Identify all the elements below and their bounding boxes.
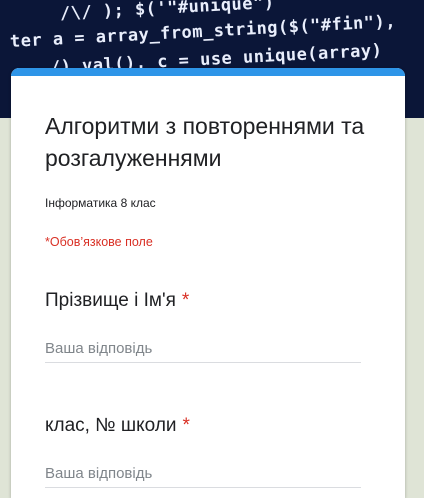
required-note: *Обов’язкове поле [45,235,153,249]
required-asterisk: * [181,290,190,311]
card-accent-bar [11,68,405,76]
question-label-name: Прізвище і Ім'я * [45,290,189,312]
form-title: Алгоритми з повтореннями та розгалуження… [45,113,365,171]
required-asterisk: * [182,415,190,436]
name-input[interactable] [45,336,361,360]
question-label-class-school: клас, № школи * [45,415,190,437]
question-text: Прізвище і Ім'я [45,290,176,311]
form-description: Інформатика 8 клас [45,196,156,210]
answer-field-class-school[interactable] [45,461,361,488]
answer-field-name[interactable] [45,336,361,363]
class-school-input[interactable] [45,461,361,485]
form-card: Алгоритми з повтореннями та розгалуження… [11,68,405,498]
question-text: клас, № школи [45,415,177,436]
